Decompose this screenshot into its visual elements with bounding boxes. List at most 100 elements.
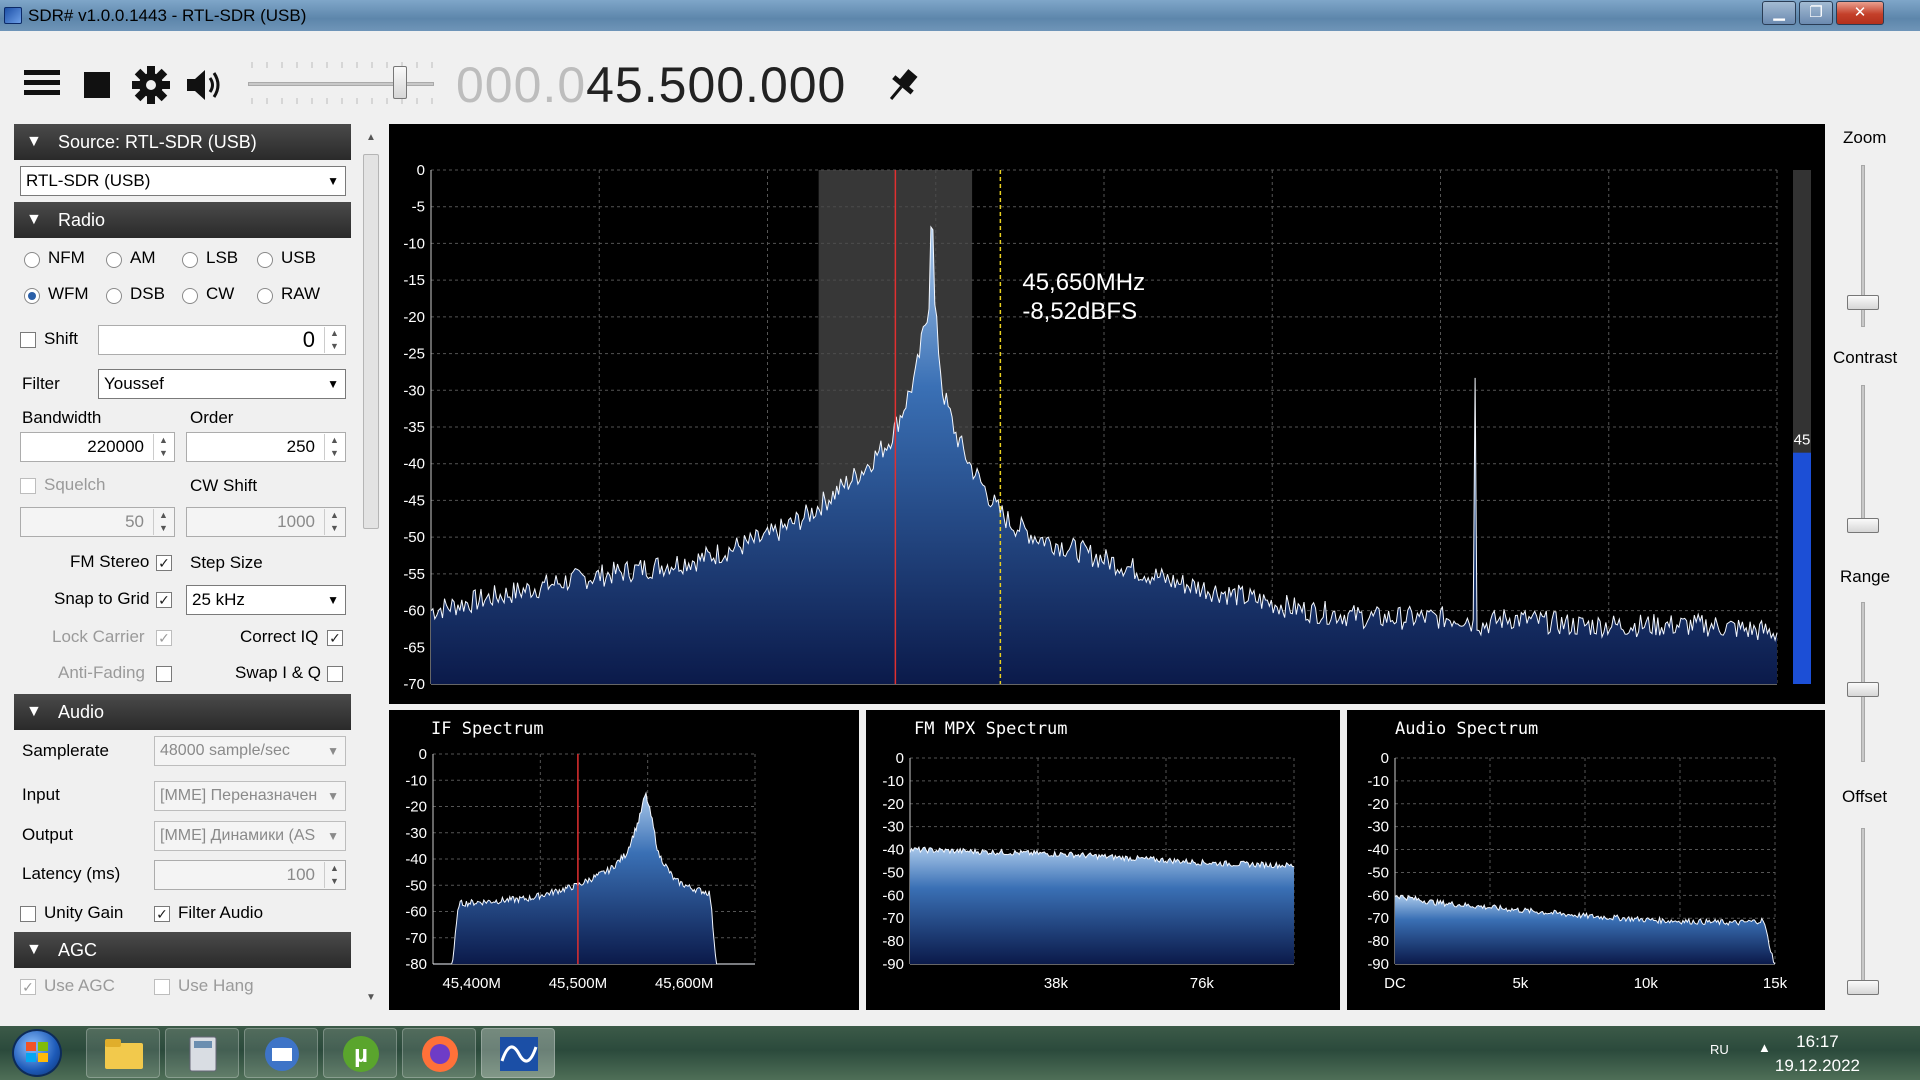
main-spectrum-panel[interactable]: 0 -5 -10 -15 -20 -25 -30 -35 -40 -45 -50 -55 -60 -65 -… bbox=[389, 124, 1825, 704]
sdrsharp-icon[interactable] bbox=[481, 1028, 555, 1078]
y-tick-label: -50 bbox=[405, 877, 427, 894]
squelch-checkbox[interactable] bbox=[20, 478, 36, 494]
firefox-icon[interactable] bbox=[402, 1028, 476, 1078]
folder-icon[interactable] bbox=[86, 1028, 160, 1078]
shift-checkbox[interactable] bbox=[20, 332, 36, 348]
spinner-arrows-icon[interactable]: ▲ ▼ bbox=[324, 434, 344, 460]
mode-radio-cw[interactable] bbox=[182, 288, 198, 304]
offset-label: Offset bbox=[1842, 787, 1888, 806]
mode-radio-lsb[interactable] bbox=[182, 252, 198, 268]
source-device-select[interactable]: RTL-SDR (USB) ▼ bbox=[20, 166, 346, 196]
y-tick-label: -35 bbox=[403, 419, 425, 436]
shift-input[interactable]: 0 ▲ ▼ bbox=[98, 325, 346, 355]
unitygain-checkbox[interactable] bbox=[20, 906, 36, 922]
volume-slider-thumb[interactable] bbox=[392, 66, 407, 99]
squelch-input[interactable]: 50 ▲ ▼ bbox=[20, 507, 175, 537]
mode-radio-nfm[interactable] bbox=[24, 252, 40, 268]
snaptogrid-checkbox[interactable]: ✓ bbox=[156, 592, 172, 608]
if-spectrum-panel[interactable]: 0 -10 -20 -30 -40 -50 -60 -70 -80 45,400M 45,500M 4… bbox=[389, 710, 859, 1010]
filteraudio-checkbox[interactable]: ✓ bbox=[154, 906, 170, 922]
order-input[interactable]: 250 ▲ ▼ bbox=[186, 432, 346, 462]
y-tick-label: -80 bbox=[405, 956, 427, 973]
useagc-checkbox[interactable]: ✓ bbox=[20, 979, 36, 995]
mode-label-wfm: WFM bbox=[48, 284, 89, 303]
signal-meter-label: 45 bbox=[1794, 432, 1811, 449]
fm-mpx-spectrum-panel[interactable]: 0 -10 -20 -30 -40 -50 -60 -70 -80 -90 38k 76k FM MPX… bbox=[866, 710, 1340, 1010]
utorrent-icon[interactable]: µ bbox=[323, 1028, 397, 1078]
mode-radio-dsb[interactable] bbox=[106, 288, 122, 304]
contrast-slider-thumb[interactable] bbox=[1847, 517, 1879, 533]
mode-radio-raw[interactable] bbox=[257, 288, 273, 304]
x-tick-label: DC bbox=[1384, 975, 1406, 992]
frequency-display[interactable]: 000.045.500.000 bbox=[456, 56, 846, 114]
spinner-arrows-icon[interactable]: ▲ ▼ bbox=[153, 434, 173, 460]
scrollbar-thumb[interactable] bbox=[363, 154, 379, 529]
scroll-up-icon[interactable]: ▲ bbox=[366, 132, 376, 143]
close-button[interactable]: ✕ bbox=[1836, 1, 1884, 25]
y-tick-label: -70 bbox=[882, 910, 904, 927]
tray-arrow-icon[interactable]: ▲ bbox=[1758, 1040, 1771, 1055]
bandwidth-input[interactable]: 220000 ▲ ▼ bbox=[20, 432, 175, 462]
pin-icon[interactable] bbox=[884, 66, 920, 106]
filter-select[interactable]: Youssef ▼ bbox=[98, 369, 346, 399]
audio-input-select[interactable]: [MME] Переназначен ▼ bbox=[154, 781, 346, 811]
lockcarrier-checkbox[interactable]: ✓ bbox=[156, 630, 172, 646]
hamburger-menu-icon[interactable] bbox=[22, 66, 62, 100]
range-label: Range bbox=[1840, 567, 1891, 586]
clock-time: 16:17 bbox=[1796, 1032, 1839, 1051]
samplerate-select[interactable]: 48000 sample/sec ▼ bbox=[154, 736, 346, 766]
spinner-arrows-icon[interactable]: ▲ ▼ bbox=[324, 509, 344, 535]
cwshift-value: 1000 bbox=[277, 512, 315, 531]
mode-label-nfm: NFM bbox=[48, 248, 85, 267]
y-tick-label: -50 bbox=[882, 864, 904, 881]
mode-label-raw: RAW bbox=[281, 284, 321, 303]
zoom-slider-thumb[interactable] bbox=[1847, 294, 1879, 310]
windows-start-icon[interactable] bbox=[12, 1029, 62, 1077]
speaker-icon[interactable] bbox=[184, 66, 226, 104]
stepsize-select[interactable]: 25 kHz ▼ bbox=[186, 585, 346, 615]
spinner-arrows-icon[interactable]: ▲ ▼ bbox=[324, 862, 344, 888]
y-tick-label: -50 bbox=[403, 529, 425, 546]
cwshift-input[interactable]: 1000 ▲ ▼ bbox=[186, 507, 346, 537]
fmstereo-checkbox[interactable]: ✓ bbox=[156, 555, 172, 571]
title-bar: SDR# v1.0.0.1443 - RTL-SDR (USB) ▁ ❐ ✕ bbox=[0, 0, 1920, 31]
calculator-icon[interactable] bbox=[165, 1028, 239, 1078]
main-spectrum-chart[interactable]: 0 -5 -10 -15 -20 -25 -30 -35 -40 -45 -50 -55 -60 -65 -… bbox=[389, 124, 1825, 704]
panel-scrollbar[interactable]: ▲ ▼ bbox=[360, 124, 382, 1008]
correctiq-checkbox[interactable]: ✓ bbox=[327, 630, 343, 646]
mode-radio-am[interactable] bbox=[106, 252, 122, 268]
antifading-checkbox[interactable] bbox=[156, 666, 172, 682]
gear-icon[interactable] bbox=[130, 64, 172, 106]
if-spectrum-chart[interactable]: 0 -10 -20 -30 -40 -50 -60 -70 -80 45,400M 45,500M 4… bbox=[389, 710, 859, 1010]
filteraudio-label: Filter Audio bbox=[178, 903, 264, 922]
spinner-arrows-icon[interactable]: ▲ ▼ bbox=[153, 509, 173, 535]
spectrum-fill bbox=[433, 793, 755, 964]
source-section-header[interactable]: ▼ Source: RTL-SDR (USB) bbox=[14, 124, 351, 160]
offset-slider-track[interactable] bbox=[1861, 828, 1865, 988]
taskbar-clock[interactable]: 16:17 19.12.2022 bbox=[1775, 1030, 1860, 1078]
latency-input[interactable]: 100 ▲ ▼ bbox=[154, 860, 346, 890]
maximize-button[interactable]: ❐ bbox=[1799, 1, 1833, 25]
audio-spectrum-chart[interactable]: 0 -10 -20 -30 -40 -50 -60 -70 -80 -90 DC 5k 10k 15k Au… bbox=[1347, 710, 1825, 1010]
mail-icon[interactable] bbox=[244, 1028, 318, 1078]
offset-slider-thumb[interactable] bbox=[1847, 980, 1879, 995]
contrast-slider-track[interactable] bbox=[1861, 385, 1865, 533]
agc-section-header[interactable]: ▼ AGC bbox=[14, 932, 351, 968]
language-indicator[interactable]: RU bbox=[1710, 1042, 1729, 1057]
mode-radio-wfm[interactable] bbox=[24, 288, 40, 304]
range-slider-thumb[interactable] bbox=[1847, 682, 1879, 697]
fm-mpx-spectrum-chart[interactable]: 0 -10 -20 -30 -40 -50 -60 -70 -80 -90 38k 76k FM MPX… bbox=[866, 710, 1340, 1010]
minimize-button[interactable]: ▁ bbox=[1762, 1, 1796, 25]
scroll-down-icon[interactable]: ▼ bbox=[366, 992, 376, 1003]
mode-radio-usb[interactable] bbox=[257, 252, 273, 268]
swapiq-checkbox[interactable] bbox=[327, 666, 343, 682]
spinner-arrows-icon[interactable]: ▲ ▼ bbox=[324, 327, 344, 353]
stop-icon[interactable] bbox=[84, 72, 110, 98]
audio-section-header[interactable]: ▼ Audio bbox=[14, 694, 351, 730]
usehang-checkbox[interactable] bbox=[154, 979, 170, 995]
y-tick-label: -40 bbox=[405, 851, 427, 868]
audio-spectrum-panel[interactable]: 0 -10 -20 -30 -40 -50 -60 -70 -80 -90 DC 5k 10k 15k Au… bbox=[1347, 710, 1825, 1010]
radio-section-header[interactable]: ▼ Radio bbox=[14, 202, 351, 238]
y-tick-label: 0 bbox=[896, 750, 904, 767]
audio-output-select[interactable]: [MME] Динамики (AS ▼ bbox=[154, 821, 346, 851]
